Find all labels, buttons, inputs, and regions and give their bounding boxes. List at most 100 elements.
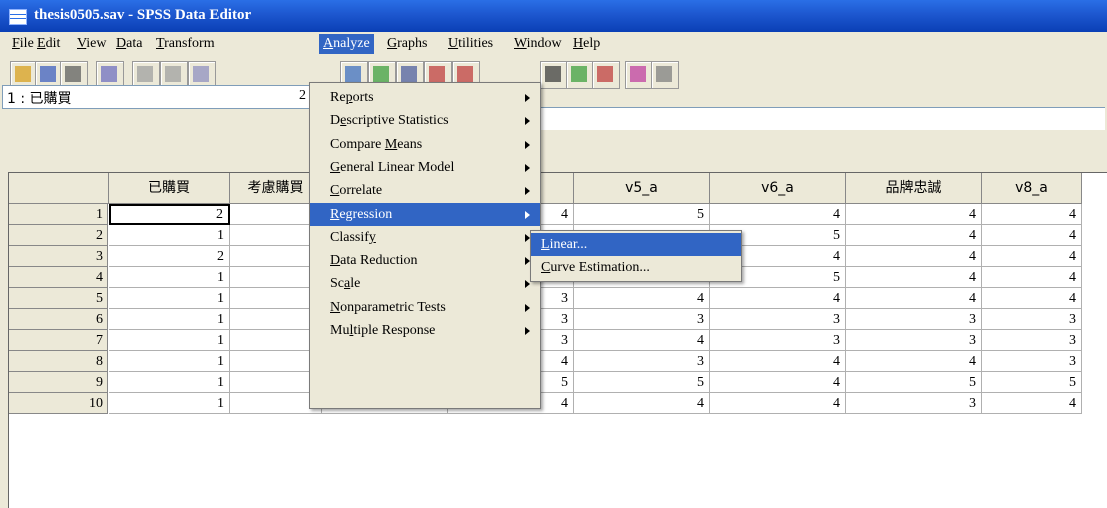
grid-cell[interactable]: 5	[846, 372, 982, 393]
cell-value[interactable]: 2	[299, 88, 306, 104]
column-header[interactable]: v6_a	[710, 173, 846, 204]
menu-item[interactable]: Data Reduction	[310, 249, 540, 272]
menu-item[interactable]: Compare Means	[310, 133, 540, 156]
column-header[interactable]: 已購買	[109, 173, 230, 204]
mnemonic: R	[330, 206, 340, 222]
grid-cell[interactable]: 1	[109, 225, 230, 246]
grid-cell[interactable]: 4	[982, 267, 1082, 288]
split-file-icon	[545, 66, 561, 82]
row-header[interactable]: 4	[9, 267, 108, 288]
grid-cell[interactable]: 4	[710, 351, 846, 372]
row-header[interactable]: 3	[9, 246, 108, 267]
grid-cell[interactable]: 3	[982, 330, 1082, 351]
mnemonic: l	[349, 323, 354, 338]
grid-cell[interactable]: 4	[846, 267, 982, 288]
grid-cell[interactable]: 3	[982, 351, 1082, 372]
grid-cell[interactable]: 3	[846, 330, 982, 351]
grid-cell[interactable]: 3	[574, 309, 710, 330]
row-header[interactable]: 6	[9, 309, 108, 330]
variables-icon	[373, 66, 389, 82]
menu-label: elp	[583, 36, 601, 51]
grid-cell[interactable]: 4	[846, 246, 982, 267]
use-sets-button[interactable]	[651, 61, 679, 89]
column-header[interactable]: v5_a	[574, 173, 710, 204]
grid-cell[interactable]: 4	[982, 204, 1082, 225]
menu-item[interactable]: Descriptive Statistics	[310, 109, 540, 132]
submenu-arrow-icon	[525, 187, 530, 196]
menu-view[interactable]: View	[73, 34, 111, 54]
submenu-item[interactable]: Linear...	[531, 233, 741, 256]
menu-item[interactable]: Reports	[310, 86, 540, 109]
grid-cell[interactable]: 4	[710, 372, 846, 393]
grid-cell[interactable]: 3	[846, 393, 982, 414]
grid-cell[interactable]: 1	[109, 372, 230, 393]
grid-cell[interactable]: 5	[982, 372, 1082, 393]
menu-help[interactable]: Help	[569, 34, 604, 54]
grid-cell[interactable]: 4	[574, 393, 710, 414]
grid-cell[interactable]: 4	[846, 351, 982, 372]
menu-item[interactable]: Regression	[310, 202, 540, 226]
menu-graphs[interactable]: Graphs	[383, 34, 431, 54]
menu-data[interactable]: Data	[112, 34, 146, 54]
column-header[interactable]: v8_a	[982, 173, 1082, 204]
row-header[interactable]: 9	[9, 372, 108, 393]
row-header[interactable]: 10	[9, 393, 108, 414]
grid-cell[interactable]: 5	[574, 372, 710, 393]
cell-editor[interactable]	[540, 107, 1105, 130]
grid-cell[interactable]: 2	[109, 204, 230, 225]
weight-cases-button[interactable]	[566, 61, 594, 89]
row-header[interactable]: 5	[9, 288, 108, 309]
menu-utilities[interactable]: Utilities	[444, 34, 497, 54]
grid-cell[interactable]: 4	[846, 225, 982, 246]
grid-cell[interactable]: 3	[710, 330, 846, 351]
grid-cell[interactable]: 1	[109, 267, 230, 288]
grid-cell[interactable]: 4	[982, 246, 1082, 267]
select-cases-button[interactable]	[592, 61, 620, 89]
menu-analyze[interactable]: Analyze	[319, 34, 374, 54]
cell-reference-box[interactable]: 1 : 已購買	[2, 85, 314, 109]
grid-cell[interactable]: 4	[574, 330, 710, 351]
grid-cell[interactable]: 1	[109, 393, 230, 414]
grid-cell[interactable]: 1	[109, 330, 230, 351]
grid-cell[interactable]: 2	[109, 246, 230, 267]
spreadsheet-icon[interactable]	[9, 9, 27, 25]
menu-transform[interactable]: Transform	[152, 34, 219, 54]
menu-edit[interactable]: Edit	[33, 34, 64, 54]
grid-cell[interactable]: 1	[109, 351, 230, 372]
menu-label: raphs	[397, 36, 428, 51]
grid-cell[interactable]: 4	[710, 204, 846, 225]
row-header[interactable]: 7	[9, 330, 108, 351]
grid-cell[interactable]: 1	[109, 309, 230, 330]
menu-item[interactable]: Classify	[310, 226, 540, 249]
row-header[interactable]: 8	[9, 351, 108, 372]
grid-cell[interactable]: 3	[574, 351, 710, 372]
menu-item[interactable]: Correlate	[310, 179, 540, 202]
menu-item[interactable]: Nonparametric Tests	[310, 296, 540, 319]
grid-cell[interactable]: 4	[710, 288, 846, 309]
submenu-item[interactable]: Curve Estimation...	[531, 256, 741, 279]
grid-cell[interactable]: 3	[982, 309, 1082, 330]
grid-cell[interactable]: 4	[846, 204, 982, 225]
grid-cell[interactable]: 5	[574, 204, 710, 225]
menu-item[interactable]: General Linear Model	[310, 156, 540, 179]
grid-cell[interactable]: 4	[710, 393, 846, 414]
menu-window[interactable]: Window	[510, 34, 566, 54]
column-header[interactable]: 品牌忠誠	[846, 173, 982, 204]
grid-cell[interactable]: 3	[710, 309, 846, 330]
menu-item[interactable]: Scale	[310, 272, 540, 295]
row-header[interactable]: 2	[9, 225, 108, 246]
grid-cell[interactable]: 4	[982, 393, 1082, 414]
grid-cell[interactable]: 4	[982, 225, 1082, 246]
grid-cell[interactable]: 4	[574, 288, 710, 309]
row-header[interactable]: 1	[9, 204, 108, 225]
grid-cell[interactable]: 4	[846, 288, 982, 309]
value-labels-icon	[630, 66, 646, 82]
grid-cell[interactable]: 4	[982, 288, 1082, 309]
value-labels-button[interactable]	[625, 61, 653, 89]
grid-cell[interactable]: 3	[846, 309, 982, 330]
split-file-button[interactable]	[540, 61, 568, 89]
menu-item[interactable]: Multiple Response	[310, 319, 540, 342]
mnemonic: L	[541, 237, 550, 252]
title-bar[interactable]: thesis0505.sav - SPSS Data Editor	[0, 0, 1107, 32]
grid-cell[interactable]: 1	[109, 288, 230, 309]
